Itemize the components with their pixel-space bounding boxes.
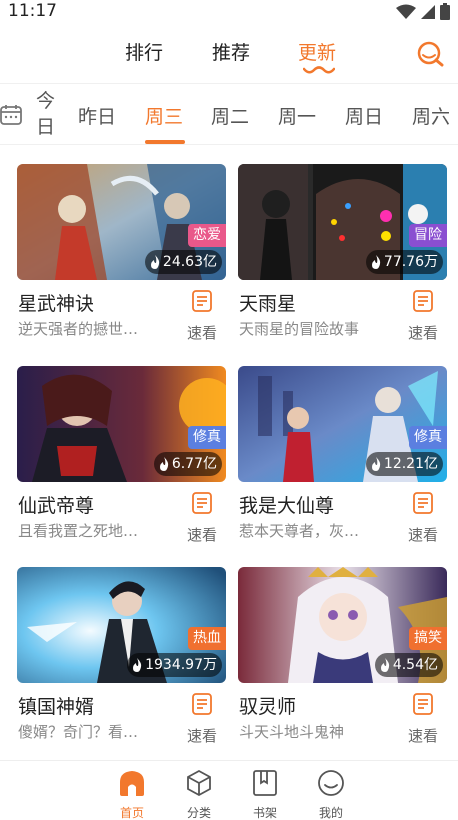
genre-tag: 热血 bbox=[188, 627, 226, 650]
quick-read-label: 速看 bbox=[407, 324, 438, 342]
search-icon[interactable] bbox=[415, 39, 445, 69]
cube-icon bbox=[187, 769, 211, 797]
comic-title[interactable]: 我是大仙尊 bbox=[239, 491, 334, 518]
flame-icon bbox=[150, 255, 160, 269]
comic-cover[interactable]: 搞笑 4.54亿 bbox=[238, 567, 447, 683]
active-day-indicator bbox=[145, 140, 185, 144]
calendar-icon[interactable] bbox=[0, 104, 22, 126]
day-tab-tuesday[interactable]: 周二 bbox=[211, 102, 249, 129]
document-icon bbox=[192, 492, 212, 514]
view-count-badge: 4.54亿 bbox=[374, 653, 443, 677]
comic-cover[interactable]: 恋爱 24.63亿 bbox=[17, 164, 226, 280]
flame-icon bbox=[133, 658, 142, 672]
comic-title[interactable]: 镇国神婿 bbox=[18, 692, 94, 719]
comic-card[interactable]: 冒险 77.76万 天雨星 天雨星的冒险故事 速看 bbox=[238, 164, 447, 349]
day-tab-today[interactable]: 今日 bbox=[36, 88, 58, 140]
comic-card[interactable]: 修真 6.77亿 仙武帝尊 且看我置之死地… 速看 bbox=[17, 366, 226, 551]
quick-read-button[interactable]: 速看 bbox=[403, 290, 443, 343]
quick-read-label: 速看 bbox=[407, 727, 438, 745]
comic-title[interactable]: 仙武帝尊 bbox=[18, 491, 94, 518]
genre-tag: 搞笑 bbox=[409, 627, 447, 650]
comic-title[interactable]: 天雨星 bbox=[239, 289, 296, 316]
view-count-badge: 12.21亿 bbox=[365, 452, 443, 476]
day-tab-wednesday[interactable]: 周三 bbox=[145, 102, 183, 129]
comic-title[interactable]: 驭灵师 bbox=[239, 692, 296, 719]
view-count-badge: 6.77亿 bbox=[153, 452, 222, 476]
flame-icon bbox=[371, 457, 381, 471]
nav-category[interactable]: 分类 bbox=[174, 769, 224, 820]
comic-description: 惹本天尊者，灰… bbox=[239, 522, 360, 540]
quick-read-button[interactable]: 速看 bbox=[403, 492, 443, 545]
status-time: 11:17 bbox=[8, 1, 57, 21]
signal-icon bbox=[421, 4, 435, 19]
comic-cover[interactable]: 冒险 77.76万 bbox=[238, 164, 447, 280]
tab-ranking[interactable]: 排行 bbox=[125, 38, 163, 65]
quick-read-label: 速看 bbox=[186, 526, 217, 544]
nav-bookshelf[interactable]: 书架 bbox=[240, 769, 290, 820]
view-count-badge: 1934.97万 bbox=[127, 653, 222, 677]
comic-description: 且看我置之死地… bbox=[18, 522, 139, 540]
active-tab-squiggle-icon bbox=[303, 66, 335, 74]
document-icon bbox=[192, 693, 212, 715]
genre-tag: 冒险 bbox=[409, 224, 447, 247]
day-tab-saturday[interactable]: 周六 bbox=[412, 102, 450, 129]
top-tab-bar: 排行 推荐 更新 bbox=[0, 30, 458, 78]
wifi-icon bbox=[396, 4, 416, 19]
flame-icon bbox=[371, 255, 381, 269]
quick-read-button[interactable]: 速看 bbox=[182, 693, 222, 746]
quick-read-label: 速看 bbox=[407, 526, 438, 544]
quick-read-button[interactable]: 速看 bbox=[403, 693, 443, 746]
document-icon bbox=[413, 492, 433, 514]
view-count-badge: 77.76万 bbox=[365, 250, 443, 274]
day-tab-yesterday[interactable]: 昨日 bbox=[78, 102, 116, 129]
flame-icon bbox=[380, 658, 389, 672]
document-icon bbox=[192, 290, 212, 312]
comic-card[interactable]: 热血 1934.97万 镇国神婿 傻婿？奇门？看… 速看 bbox=[17, 567, 226, 752]
comic-cover[interactable]: 修真 12.21亿 bbox=[238, 366, 447, 482]
comic-cover[interactable]: 修真 6.77亿 bbox=[17, 366, 226, 482]
comic-description: 天雨星的冒险故事 bbox=[239, 320, 360, 338]
document-icon bbox=[413, 290, 433, 312]
comic-description: 逆天强者的撼世… bbox=[18, 320, 139, 338]
comic-card[interactable]: 修真 12.21亿 我是大仙尊 惹本天尊者，灰… 速看 bbox=[238, 366, 447, 551]
bookshelf-icon bbox=[253, 770, 277, 796]
tab-recommend[interactable]: 推荐 bbox=[212, 38, 250, 65]
home-icon bbox=[120, 771, 144, 796]
quick-read-label: 速看 bbox=[186, 324, 217, 342]
flame-icon bbox=[159, 457, 168, 471]
bottom-nav: 首页 分类 书架 我的 bbox=[0, 760, 458, 820]
nav-home[interactable]: 首页 bbox=[107, 769, 157, 820]
day-tab-sunday[interactable]: 周日 bbox=[345, 102, 383, 129]
genre-tag: 修真 bbox=[409, 426, 447, 449]
quick-read-label: 速看 bbox=[186, 727, 217, 745]
comic-title[interactable]: 星武神诀 bbox=[18, 289, 94, 316]
battery-icon bbox=[440, 3, 450, 20]
tab-updates[interactable]: 更新 bbox=[298, 38, 336, 65]
quick-read-button[interactable]: 速看 bbox=[182, 492, 222, 545]
status-icons bbox=[396, 3, 450, 20]
profile-icon bbox=[318, 770, 344, 796]
genre-tag: 恋爱 bbox=[188, 224, 226, 247]
day-tab-monday[interactable]: 周一 bbox=[278, 102, 316, 129]
genre-tag: 修真 bbox=[188, 426, 226, 449]
document-icon bbox=[413, 693, 433, 715]
view-count-badge: 24.63亿 bbox=[144, 250, 222, 274]
quick-read-button[interactable]: 速看 bbox=[182, 290, 222, 343]
day-selector: 今日 昨日 周三 周二 周一 周日 周六 bbox=[0, 83, 458, 145]
comic-description: 傻婿？奇门？看… bbox=[18, 723, 139, 741]
comic-card[interactable]: 恋爱 24.63亿 星武神诀 逆天强者的撼世… 速看 bbox=[17, 164, 226, 349]
comic-card[interactable]: 搞笑 4.54亿 驭灵师 斗天斗地斗鬼神 速看 bbox=[238, 567, 447, 752]
nav-profile[interactable]: 我的 bbox=[306, 769, 356, 820]
comic-description: 斗天斗地斗鬼神 bbox=[239, 723, 345, 741]
comic-cover[interactable]: 热血 1934.97万 bbox=[17, 567, 226, 683]
status-bar: 11:17 bbox=[0, 0, 458, 26]
